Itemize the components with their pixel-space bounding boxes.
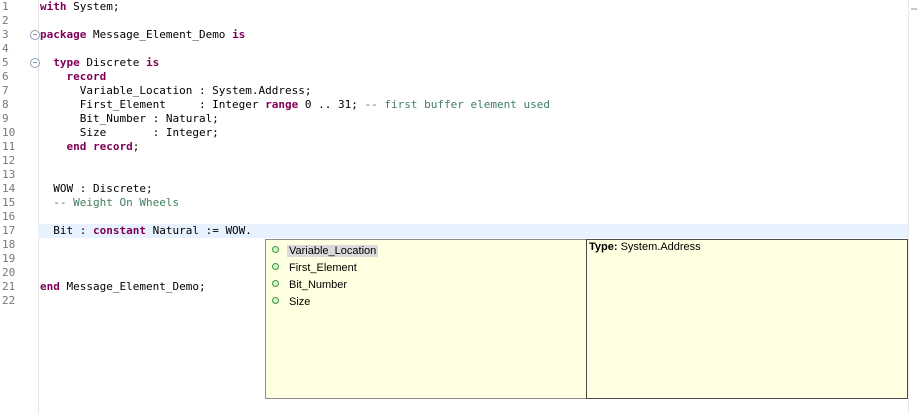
line-number: 4: [2, 42, 9, 55]
proposal-item[interactable]: Variable_Location: [272, 243, 379, 259]
keyword-token: record: [66, 70, 107, 83]
line-number: 20: [2, 266, 16, 279]
code-line[interactable]: WOW : Discrete;: [40, 182, 909, 196]
proposal-item[interactable]: Bit_Number: [272, 277, 349, 293]
info-popup: Type: System.Address: [586, 239, 908, 399]
line-number: 3: [2, 28, 9, 41]
code-line[interactable]: [40, 14, 909, 28]
line-number: 15: [2, 196, 16, 209]
line-number: 7: [2, 84, 9, 97]
code-line[interactable]: Size : Integer;: [40, 126, 909, 140]
code-line[interactable]: First_Element : Integer range 0 .. 31; -…: [40, 98, 909, 112]
keyword-token: with: [40, 0, 67, 13]
line-number-gutter: 1 2 3−4 5−6 7 8 9 10 11 12 13 14 15 16 17 18 19 20 21 22: [0, 0, 40, 413]
code-line[interactable]: with System;: [40, 0, 909, 14]
code-token: 0 .. 31;: [298, 98, 365, 111]
keyword-token: is: [145, 56, 160, 69]
comment-token: -- Weight On Wheels: [53, 196, 180, 209]
code-token: ;: [132, 140, 140, 153]
code-token: Discrete: [79, 56, 146, 69]
keyword-token: range: [265, 98, 299, 111]
proposal-label: Variable_Location: [287, 245, 379, 257]
code-token: System;: [66, 0, 120, 13]
code-token: Size : Integer;: [40, 126, 219, 139]
vertical-scrollbar[interactable]: [908, 0, 919, 413]
code-token: Bit :: [40, 224, 93, 237]
line-number: 9: [2, 112, 9, 125]
proposal-item[interactable]: First_Element: [272, 260, 359, 276]
line-number: 8: [2, 98, 9, 111]
code-line[interactable]: [40, 42, 909, 56]
code-token: Message_Element_Demo: [86, 28, 233, 41]
overview-marker: [911, 8, 917, 10]
code-line[interactable]: [40, 154, 909, 168]
proposal-label: First_Element: [289, 262, 357, 274]
line-number: 16: [2, 210, 16, 223]
code-line[interactable]: end record;: [40, 140, 909, 154]
code-line[interactable]: package Message_Element_Demo is: [40, 28, 909, 42]
keyword-token: end record: [66, 140, 133, 153]
code-token: WOW : Discrete;: [40, 182, 153, 195]
code-line[interactable]: record: [40, 70, 909, 84]
code-token: Natural := WOW.: [145, 224, 252, 237]
field-icon: [272, 262, 279, 270]
line-number: 11: [2, 140, 16, 153]
line-number: 22: [2, 294, 16, 307]
code-token: Message_Element_Demo;: [59, 280, 206, 293]
field-icon: [272, 296, 279, 304]
proposal-label: Size: [289, 296, 311, 308]
proposal-label: Bit_Number: [289, 279, 348, 291]
content-assist-popup[interactable]: Variable_Location First_Element Bit_Number…: [265, 239, 587, 399]
line-number: 2: [2, 14, 9, 27]
type-value: System.Address: [617, 241, 701, 253]
fold-collapse-icon[interactable]: −: [30, 58, 40, 68]
line-number: 18: [2, 238, 16, 251]
code-token: Variable_Location : System.Address;: [40, 84, 312, 97]
keyword-token: package: [40, 28, 87, 41]
code-token: Bit_Number : Natural;: [40, 112, 219, 125]
keyword-token: type: [53, 56, 80, 69]
code-line[interactable]: Bit_Number : Natural;: [40, 112, 909, 126]
line-number: 10: [2, 126, 16, 139]
line-number: 21: [2, 280, 16, 293]
line-number: 1: [2, 0, 9, 13]
code-line[interactable]: Variable_Location : System.Address;: [40, 84, 909, 98]
code-token: First_Element : Integer: [40, 98, 266, 111]
line-number: 12: [2, 154, 16, 167]
fold-collapse-icon[interactable]: −: [30, 30, 40, 40]
line-number: 14: [2, 182, 16, 195]
type-label: Type:: [589, 241, 618, 253]
code-line[interactable]: [40, 210, 909, 224]
code-line[interactable]: Bit : constant Natural := WOW.: [38, 224, 919, 238]
field-icon: [272, 245, 279, 253]
comment-token: -- first buffer element used: [364, 98, 550, 111]
keyword-token: constant: [92, 224, 146, 237]
line-number: 17: [2, 224, 16, 237]
line-number: 19: [2, 252, 16, 265]
field-icon: [272, 279, 279, 287]
line-number: 13: [2, 168, 16, 181]
code-line[interactable]: -- Weight On Wheels: [40, 196, 909, 210]
keyword-token: is: [232, 28, 246, 41]
keyword-token: end: [40, 280, 60, 293]
code-line[interactable]: [40, 168, 909, 182]
line-number: 5: [2, 56, 9, 69]
line-number: 6: [2, 70, 9, 83]
proposal-item[interactable]: Size: [272, 294, 312, 310]
code-line[interactable]: type Discrete is: [40, 56, 909, 70]
